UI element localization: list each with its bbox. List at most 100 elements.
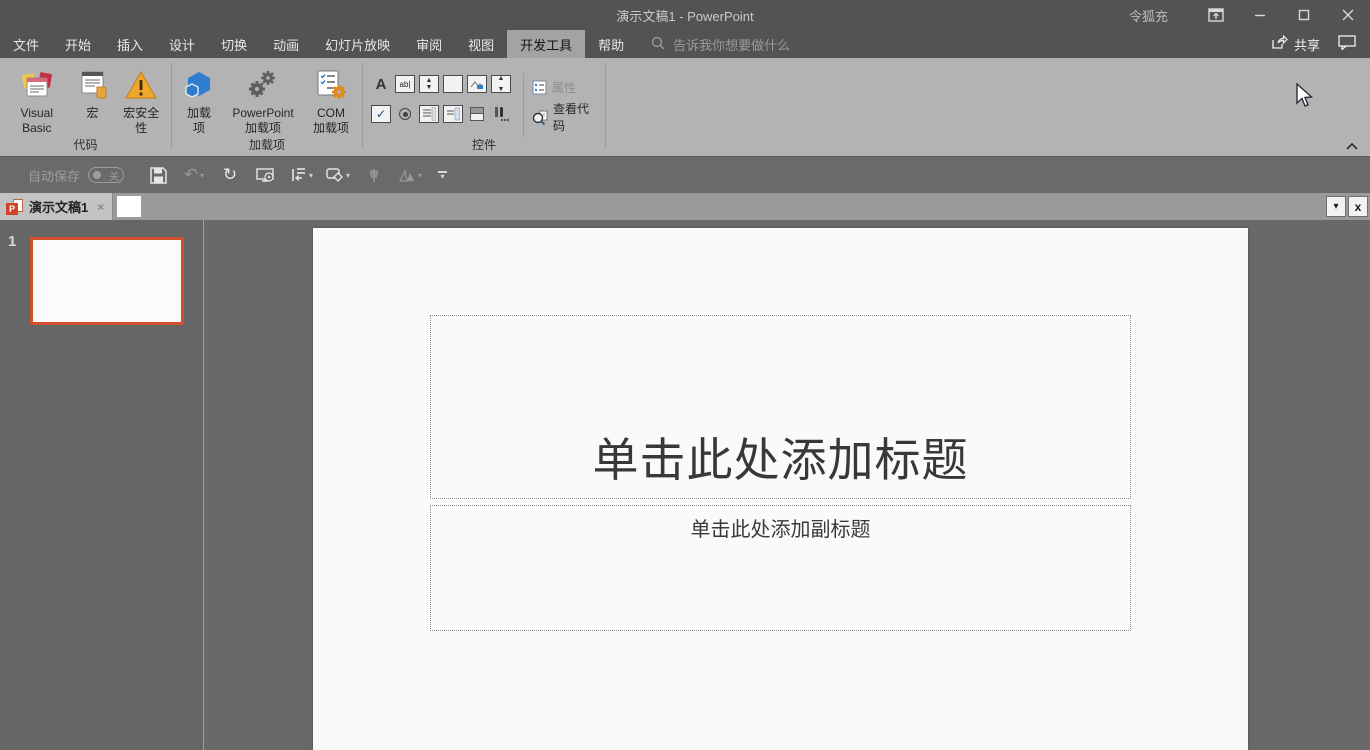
- search-icon: [651, 36, 665, 53]
- togglebutton-control-icon[interactable]: [467, 105, 487, 123]
- macro-security-button[interactable]: 宏安全性: [116, 65, 167, 136]
- macros-button[interactable]: 宏: [70, 65, 116, 121]
- tab-bar-close-button[interactable]: x: [1348, 196, 1368, 217]
- warning-triangle-icon: [124, 68, 158, 102]
- quick-access-toolbar: 自动保存 关 ↶ ▾ ↻ ▾ ▾ ▾ ▾: [0, 156, 1370, 193]
- view-code-label: 查看代码: [552, 102, 589, 133]
- macros-label: 宏: [86, 106, 99, 120]
- save-icon[interactable]: [146, 162, 170, 188]
- share-label: 共享: [1293, 37, 1320, 53]
- view-code-button[interactable]: 查看代码: [532, 102, 599, 133]
- pin-icon[interactable]: [362, 162, 386, 188]
- list-arrow-dropdown[interactable]: ▾: [309, 171, 313, 180]
- addins-label: 加载项: [186, 106, 211, 135]
- tab-list-dropdown-button[interactable]: ▾: [1326, 196, 1346, 217]
- autosave-toggle[interactable]: 关: [88, 167, 125, 183]
- shapes-dropdown[interactable]: ▾: [346, 171, 350, 180]
- tab-developer[interactable]: 开发工具: [507, 30, 586, 58]
- minimize-button[interactable]: [1238, 0, 1282, 30]
- new-tab-button[interactable]: [117, 196, 142, 217]
- group-controls: A ab| ▲ ▼ ▲ ▼ ✓ 属性 查看代码 控件: [363, 58, 605, 156]
- share-button[interactable]: 共享: [1255, 34, 1330, 54]
- slide-canvas[interactable]: 单击此处添加标题 单击此处添加副标题: [313, 228, 1248, 750]
- textbox-control-icon[interactable]: ab|: [395, 75, 415, 93]
- titlebar: 演示文稿1 - PowerPoint 令狐充: [0, 0, 1370, 30]
- customize-qat-icon[interactable]: ▾: [438, 171, 448, 181]
- more-controls-icon[interactable]: [491, 105, 511, 123]
- ppt-addins-button[interactable]: PowerPoint 加载项: [222, 65, 304, 136]
- ppt-addins-label: PowerPoint 加载项: [232, 106, 294, 135]
- macros-icon: [76, 68, 110, 102]
- tab-file[interactable]: 文件: [0, 30, 52, 58]
- comments-button[interactable]: [1330, 35, 1370, 53]
- tab-animations[interactable]: 动画: [260, 30, 312, 58]
- tab-help[interactable]: 帮助: [585, 30, 637, 58]
- optionbutton-control-icon[interactable]: [395, 105, 415, 123]
- tell-me-search[interactable]: 告诉我你想要做什么: [651, 30, 790, 58]
- group-separator: [605, 63, 606, 149]
- undo-dropdown-arrow[interactable]: ▾: [200, 171, 204, 180]
- visual-basic-icon: [20, 68, 54, 102]
- properties-label: 属性: [551, 80, 576, 95]
- autosave-state: 关: [109, 171, 120, 183]
- subtitle-placeholder-text: 单击此处添加副标题: [690, 519, 871, 541]
- autosave-control[interactable]: 自动保存 关: [28, 166, 125, 185]
- group-code: Visual Basic 宏 宏安全性 代码: [0, 58, 171, 156]
- subtitle-placeholder[interactable]: 单击此处添加副标题: [430, 505, 1131, 631]
- start-slideshow-icon[interactable]: [254, 162, 278, 188]
- group-label-addins: 加载项: [248, 138, 285, 152]
- document-tab-active[interactable]: P 演示文稿1 ×: [0, 193, 114, 220]
- group-label-controls: 控件: [471, 138, 496, 152]
- share-icon: [1271, 34, 1288, 53]
- spinbutton-control-icon[interactable]: ▲ ▼: [419, 75, 439, 93]
- gears-icon: [246, 68, 280, 102]
- tab-review[interactable]: 审阅: [403, 30, 455, 58]
- close-button[interactable]: [1326, 0, 1370, 30]
- powerpoint-file-icon: P: [6, 198, 23, 215]
- tab-insert[interactable]: 插入: [104, 30, 156, 58]
- visual-basic-label: Visual Basic: [20, 106, 53, 135]
- undo-icon[interactable]: ↶ ▾: [182, 162, 206, 188]
- group-label-code: 代码: [73, 138, 98, 152]
- tab-transitions[interactable]: 切换: [208, 30, 260, 58]
- comment-icon: [1338, 35, 1356, 53]
- scrollbar-control-icon[interactable]: ▲ ▼: [491, 75, 511, 93]
- tab-design[interactable]: 设计: [156, 30, 208, 58]
- search-placeholder: 告诉我你想要做什么: [673, 37, 791, 53]
- tab-close-icon[interactable]: ×: [97, 200, 104, 214]
- properties-button[interactable]: 属性: [532, 75, 599, 99]
- redo-icon[interactable]: ↻: [218, 162, 242, 188]
- list-arrow-icon[interactable]: ▾: [290, 162, 314, 188]
- powerpoint-window: 演示文稿1 - PowerPoint 令狐充 文件 开始 插入 设计 切换 动画…: [0, 0, 1370, 750]
- tab-slideshow[interactable]: 幻灯片放映: [312, 30, 403, 58]
- maximize-button[interactable]: [1282, 0, 1326, 30]
- ribbon-developer: Visual Basic 宏 宏安全性 代码 加载项 PowerPoint 加载…: [0, 58, 1370, 156]
- rotate-icon[interactable]: ▾: [398, 162, 422, 188]
- combobox-control-icon[interactable]: [443, 105, 463, 123]
- document-tab-title: 演示文稿1: [29, 200, 89, 215]
- shapes-icon[interactable]: ▾: [326, 162, 350, 188]
- listbox-control-icon[interactable]: [419, 105, 439, 123]
- com-addins-button[interactable]: COM 加载项: [304, 65, 358, 136]
- account-name[interactable]: 令狐充: [1129, 6, 1168, 25]
- collapse-ribbon-icon[interactable]: [1344, 140, 1360, 152]
- ribbon-display-options-icon[interactable]: [1194, 0, 1238, 30]
- autosave-label: 自动保存: [28, 168, 81, 184]
- com-addins-label: COM 加载项: [312, 106, 349, 135]
- visual-basic-button[interactable]: Visual Basic: [4, 65, 70, 136]
- label-control-icon[interactable]: A: [371, 75, 391, 93]
- document-tab-bar: P 演示文稿1 × ▾ x: [0, 193, 1370, 220]
- title-placeholder[interactable]: 单击此处添加标题: [430, 315, 1131, 499]
- tab-home[interactable]: 开始: [52, 30, 104, 58]
- slide-thumbnail-panel: 1: [0, 220, 204, 750]
- controls-inner-separator: [523, 73, 524, 137]
- macro-security-label: 宏安全性: [123, 106, 160, 135]
- slide-thumbnail-1[interactable]: [30, 237, 184, 325]
- tab-view[interactable]: 视图: [455, 30, 507, 58]
- checkbox-control-icon[interactable]: ✓: [371, 105, 391, 123]
- addin-cube-icon: [182, 68, 216, 102]
- rotate-dropdown[interactable]: ▾: [418, 171, 422, 180]
- commandbutton-control-icon[interactable]: [443, 75, 463, 93]
- image-control-icon[interactable]: [467, 75, 487, 93]
- addins-button[interactable]: 加载项: [176, 65, 222, 136]
